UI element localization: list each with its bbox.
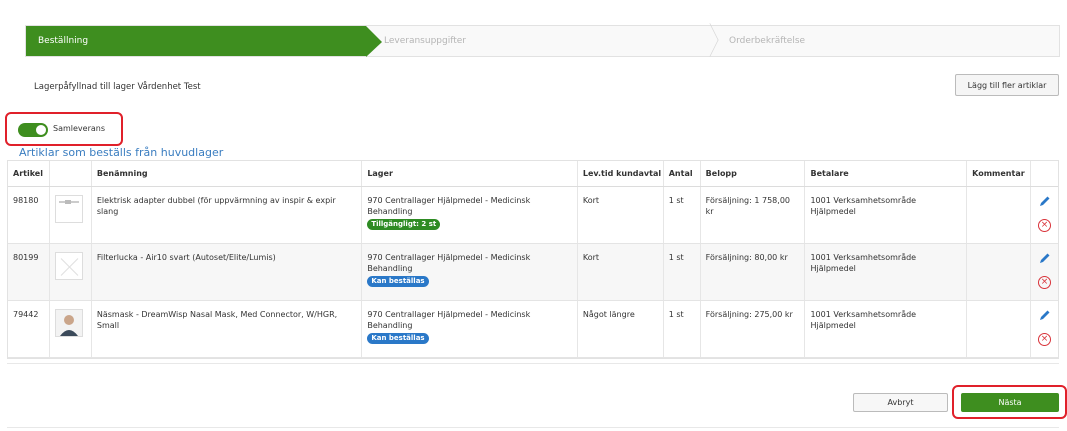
add-more-articles-button[interactable]: Lägg till fler artiklar — [955, 74, 1059, 96]
cell-actions: × — [1031, 187, 1058, 243]
cell-kommentar — [967, 187, 1032, 243]
availability-badge: Kan beställas — [367, 333, 429, 344]
cell-levtid: Kort — [578, 187, 664, 243]
cell-levtid: Något längre — [578, 301, 664, 357]
progress-steps: Beställning Leveransuppgifter Orderbekrä… — [25, 23, 1060, 57]
step-label: Beställning — [38, 36, 89, 46]
step-label: Leveransuppgifter — [384, 36, 466, 46]
cell-benamning: Näsmask - DreamWisp Nasal Mask, Med Conn… — [92, 301, 363, 357]
availability-badge: Tillgängligt: 2 st — [367, 219, 441, 230]
cell-belopp: Försäljning: 275,00 kr — [701, 301, 806, 357]
table-row: 79442 Näsmask - DreamWisp Nasal Mask, Me… — [8, 301, 1058, 358]
step-label: Orderbekräftelse — [729, 36, 806, 46]
remove-icon[interactable]: × — [1038, 219, 1052, 232]
header-benamning[interactable]: Benämning — [92, 161, 363, 186]
cell-artikel: 98180 — [8, 187, 50, 243]
lager-text: 970 Centrallager Hjälpmedel - Medicinsk … — [367, 253, 531, 273]
divider — [7, 427, 1059, 428]
cell-artikel: 79442 — [8, 301, 50, 357]
cell-lager: 970 Centrallager Hjälpmedel - Medicinsk … — [362, 244, 578, 300]
cell-betalare: 1001 Verksamhetsområde Hjälpmedel — [805, 187, 968, 243]
lager-text: 970 Centrallager Hjälpmedel - Medicinsk … — [367, 310, 531, 330]
cell-kommentar — [967, 301, 1032, 357]
cell-actions: × — [1031, 301, 1058, 357]
toggle-label: Samleverans — [53, 124, 106, 133]
samleverans-toggle[interactable] — [18, 123, 48, 137]
cell-levtid: Kort — [578, 244, 664, 300]
header-belopp[interactable]: Belopp — [701, 161, 806, 186]
table-row: 80199 Filterlucka - Air10 svart (Autoset… — [8, 244, 1058, 301]
divider — [7, 363, 1059, 364]
cell-actions: × — [1031, 244, 1058, 300]
pencil-icon[interactable] — [1038, 195, 1051, 208]
page-subtitle: Lagerpåfyllnad till lager Vårdenhet Test — [34, 82, 201, 92]
product-thumbnail-placeholder[interactable] — [54, 252, 83, 280]
header-levtid[interactable]: Lev.tid kundavtal — [578, 161, 664, 186]
cell-lager: 970 Centrallager Hjälpmedel - Medicinsk … — [362, 187, 578, 243]
remove-icon[interactable]: × — [1038, 333, 1052, 346]
table-header: Artikel Benämning Lager Lev.tid kundavta… — [8, 161, 1058, 187]
header-lager[interactable]: Lager — [362, 161, 578, 186]
cell-kommentar — [967, 244, 1032, 300]
cell-betalare: 1001 Verksamhetsområde Hjälpmedel — [805, 301, 968, 357]
step-orderbekraftelse: Orderbekräftelse — [701, 23, 1059, 57]
lager-text: 970 Centrallager Hjälpmedel - Medicinsk … — [367, 196, 531, 216]
availability-badge: Kan beställas — [367, 276, 429, 287]
remove-icon[interactable]: × — [1038, 276, 1052, 289]
step-bestallning: Beställning — [26, 26, 382, 57]
cell-belopp: Försäljning: 80,00 kr — [701, 244, 806, 300]
toggle-highlight: Samleverans — [5, 112, 123, 146]
step-leveransuppgifter: Leveransuppgifter — [366, 26, 706, 56]
header-betalare[interactable]: Betalare — [805, 161, 968, 186]
header-image — [50, 161, 92, 186]
cancel-button[interactable]: Avbryt — [853, 393, 948, 412]
cell-image — [50, 187, 92, 243]
cell-image — [50, 244, 92, 300]
pencil-icon[interactable] — [1038, 309, 1051, 322]
pencil-icon[interactable] — [1038, 252, 1051, 265]
next-button[interactable]: Nästa — [961, 393, 1059, 412]
cell-artikel: 80199 — [8, 244, 50, 300]
toggle-knob — [36, 125, 46, 135]
section-title: Artiklar som beställs från huvudlager — [19, 146, 224, 159]
cell-antal: 1 st — [664, 187, 701, 243]
header-antal[interactable]: Antal — [664, 161, 701, 186]
cell-betalare: 1001 Verksamhetsområde Hjälpmedel — [805, 244, 968, 300]
cell-belopp: Försäljning: 1 758,00 kr — [701, 187, 806, 243]
table-row: 98180 Elektrisk adapter dubbel (för uppv… — [8, 187, 1058, 244]
header-kommentar[interactable]: Kommentar — [967, 161, 1032, 186]
product-thumbnail[interactable] — [54, 195, 83, 223]
articles-table: Artikel Benämning Lager Lev.tid kundavta… — [7, 160, 1059, 359]
product-thumbnail[interactable] — [54, 309, 83, 337]
cell-benamning: Filterlucka - Air10 svart (Autoset/Elite… — [92, 244, 363, 300]
header-actions — [1031, 161, 1058, 186]
cell-antal: 1 st — [664, 244, 701, 300]
cell-benamning: Elektrisk adapter dubbel (för uppvärmnin… — [92, 187, 363, 243]
cell-image — [50, 301, 92, 357]
cell-lager: 970 Centrallager Hjälpmedel - Medicinsk … — [362, 301, 578, 357]
next-highlight: Nästa — [952, 385, 1067, 419]
header-artikel[interactable]: Artikel — [8, 161, 50, 186]
cell-antal: 1 st — [664, 301, 701, 357]
